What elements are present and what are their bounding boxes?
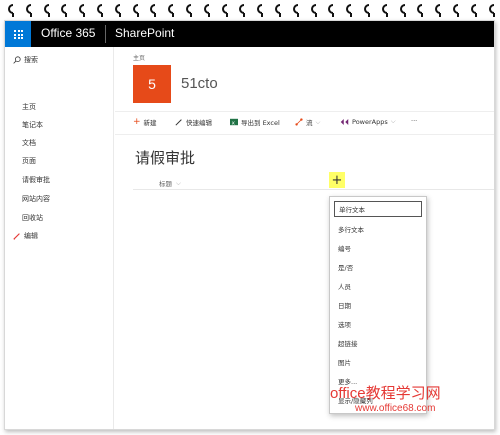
binding-ring-icon: [200, 2, 212, 18]
waffle-dot: [21, 30, 23, 32]
binding-ring-icon: [22, 2, 34, 18]
powerapps-label: PowerApps: [352, 117, 388, 126]
menu-item-number[interactable]: 编号: [334, 240, 422, 256]
binding-ring-icon: [111, 2, 123, 18]
binding-ring-icon: [271, 2, 283, 18]
binding-ring-icon: [40, 2, 52, 18]
waffle-dot: [14, 33, 16, 36]
waffle-dot: [21, 33, 23, 36]
binding-ring-icon: [467, 2, 479, 18]
add-column-button[interactable]: +: [329, 172, 345, 188]
sharepoint-window: Office 365 SharePoint 搜索 主页 笔记本 文档 页面 请假…: [4, 20, 495, 430]
column-header-title[interactable]: 标题 ⌵: [159, 178, 181, 189]
menu-item-single-line-text[interactable]: 单行文本: [334, 201, 422, 217]
menu-item-picture[interactable]: 图片: [334, 354, 422, 370]
chevron-down-icon: ⌵: [315, 117, 321, 126]
export-excel-label: 导出到 Excel: [241, 119, 280, 127]
export-excel-button[interactable]: x 导出到 Excel: [230, 117, 280, 127]
binding-ring-icon: [253, 2, 265, 18]
nav-item-pages[interactable]: 页面: [22, 156, 36, 166]
binding-ring-icon: [182, 2, 194, 18]
new-button[interactable]: + 新建: [133, 117, 157, 127]
powerapps-icon: [340, 118, 349, 125]
quick-edit-button[interactable]: 快速编辑: [175, 117, 212, 127]
site-title[interactable]: 51cto: [181, 75, 218, 92]
suite-divider: [105, 25, 106, 43]
binding-ring-icon: [342, 2, 354, 18]
binding-ring-icon: [146, 2, 158, 18]
pencil-icon: [175, 119, 182, 126]
flow-icon: [295, 118, 303, 126]
quick-edit-label: 快速编辑: [186, 119, 212, 127]
flow-button[interactable]: 流 ⌵: [295, 117, 320, 127]
binding-ring-icon: [413, 2, 425, 18]
binding-ring-icon: [449, 2, 461, 18]
header-divider: [133, 189, 494, 190]
binding-ring-icon: [235, 2, 247, 18]
binding-ring-icon: [129, 2, 141, 18]
site-logo[interactable]: 5: [133, 65, 171, 103]
binding-ring-icon: [57, 2, 69, 18]
binding-ring-icon: [93, 2, 105, 18]
chevron-down-icon: ⌵: [176, 178, 181, 187]
menu-item-hyperlink[interactable]: 超链接: [334, 335, 422, 351]
waffle-dot: [21, 37, 23, 39]
nav-item-notebook[interactable]: 笔记本: [22, 120, 43, 130]
new-label: 新建: [143, 119, 157, 127]
binding-ring-icon: [75, 2, 87, 18]
waffle-dot: [14, 30, 16, 32]
notebook-binding: [0, 0, 500, 22]
binding-ring-icon: [431, 2, 443, 18]
binding-ring-icon: [485, 2, 497, 18]
nav-item-recycle-bin[interactable]: 回收站: [22, 213, 43, 223]
binding-ring-icon: [164, 2, 176, 18]
chevron-down-icon: ⌵: [390, 117, 396, 125]
suite-bar: Office 365 SharePoint: [5, 21, 494, 47]
flow-label: 流: [306, 119, 313, 127]
watermark-title: office教程学习网: [330, 385, 441, 402]
nav-item-documents[interactable]: 文档: [22, 138, 36, 148]
binding-ring-icon: [378, 2, 390, 18]
edit-links-label: 编辑: [24, 232, 38, 240]
waffle-dot: [17, 33, 20, 36]
waffle-dot: [17, 37, 20, 39]
left-navigation: 搜索 主页 笔记本 文档 页面 请假审批 网站内容 回收站 编辑: [5, 47, 114, 429]
watermark-url: www.office68.com: [355, 403, 436, 414]
powerapps-button[interactable]: PowerApps ⌵: [340, 117, 396, 126]
edit-links-button[interactable]: 编辑: [13, 231, 38, 241]
binding-ring-icon: [289, 2, 301, 18]
list-title: 请假审批: [135, 149, 196, 167]
command-bar: + 新建 快速编辑 x 导出到 Excel 流 ⌵ PowerApps ⌵ ··…: [115, 111, 494, 135]
search-box[interactable]: 搜索: [13, 55, 38, 65]
binding-ring-icon: [396, 2, 408, 18]
sharepoint-link[interactable]: SharePoint: [115, 26, 174, 40]
binding-ring-icon: [218, 2, 230, 18]
office365-brand[interactable]: Office 365: [41, 26, 95, 40]
nav-item-site-contents[interactable]: 网站内容: [22, 194, 50, 204]
binding-ring-icon: [324, 2, 336, 18]
column-header-label: 标题: [159, 180, 172, 188]
menu-item-choice[interactable]: 选项: [334, 316, 422, 332]
search-icon: [13, 56, 21, 64]
pencil-icon: [13, 233, 20, 240]
nav-item-leave-approval[interactable]: 请假审批: [22, 175, 50, 185]
excel-icon: x: [230, 118, 238, 126]
waffle-dot: [17, 30, 20, 32]
more-button[interactable]: ···: [411, 117, 417, 125]
breadcrumb[interactable]: 主页: [133, 53, 145, 62]
nav-item-home[interactable]: 主页: [22, 102, 36, 112]
binding-ring-icon: [307, 2, 319, 18]
app-launcher-icon[interactable]: [5, 21, 31, 47]
menu-item-person[interactable]: 人员: [334, 278, 422, 294]
search-label: 搜索: [24, 56, 38, 64]
waffle-dot: [14, 37, 16, 39]
binding-ring-icon: [360, 2, 372, 18]
binding-ring-icon: [4, 2, 16, 18]
plus-icon: +: [133, 117, 141, 127]
menu-item-date[interactable]: 日期: [334, 297, 422, 313]
menu-item-yes-no[interactable]: 是/否: [334, 259, 422, 275]
menu-item-multi-line-text[interactable]: 多行文本: [334, 221, 422, 237]
